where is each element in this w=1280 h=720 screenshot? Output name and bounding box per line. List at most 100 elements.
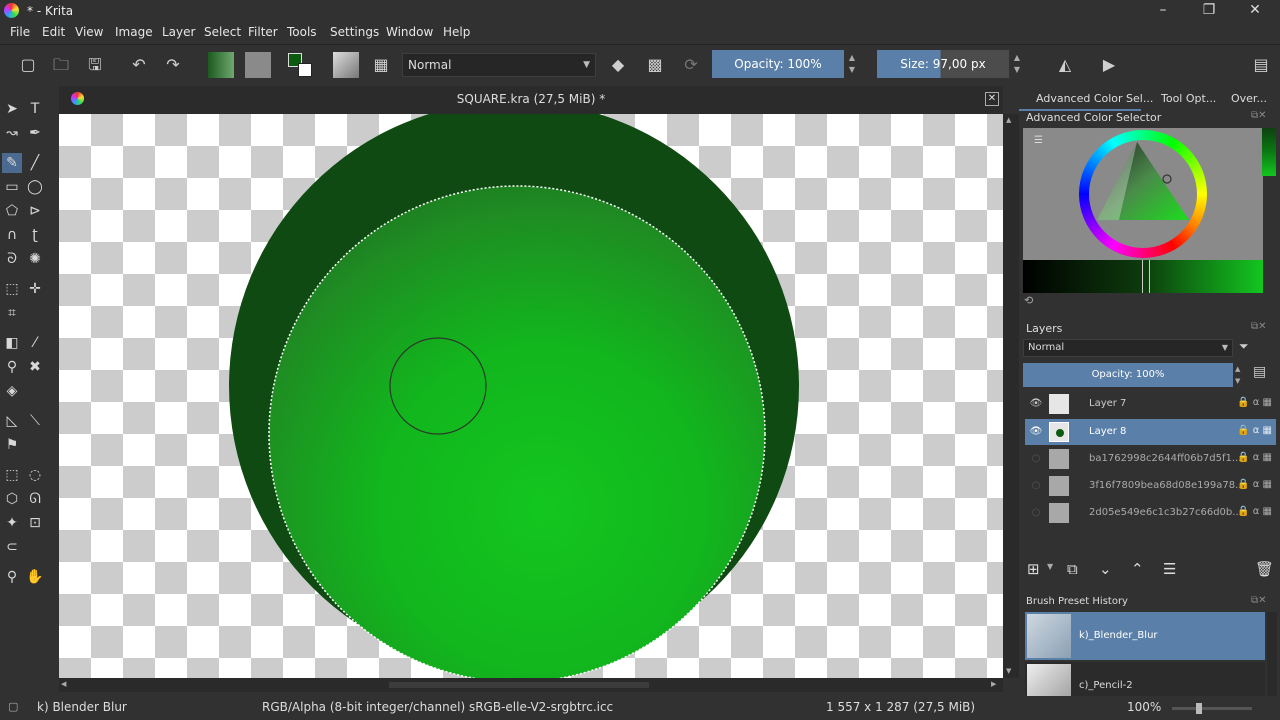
vertical-scrollbar[interactable]: ▲ ▼: [1003, 114, 1019, 678]
menu-edit[interactable]: Edit: [42, 25, 65, 39]
layer-row[interactable]: 👁 Layer 7 🔒 ⍺ ▦: [1025, 391, 1276, 417]
menu-file[interactable]: File: [10, 25, 30, 39]
brush-history-item-selected[interactable]: k)_Blender_Blur: [1025, 612, 1265, 660]
polyline-tool-icon[interactable]: ⊳: [25, 201, 45, 221]
calligraphy-icon[interactable]: ✒: [25, 123, 45, 143]
freehand-select-icon[interactable]: ᘏ: [25, 489, 45, 509]
polygon-select-icon[interactable]: ⬡: [2, 489, 22, 509]
layers-opacity-slider[interactable]: Opacity: 100%: [1023, 363, 1233, 387]
layer-properties-icon[interactable]: ▤: [1253, 364, 1266, 380]
menu-view[interactable]: View: [75, 25, 103, 39]
reference-tool-icon[interactable]: ⚑: [2, 435, 22, 455]
pattern-swatch[interactable]: [245, 52, 271, 78]
opacity-slider[interactable]: Opacity: 100%: [712, 50, 844, 78]
layer-lock-alpha-icons[interactable]: 🔒 ⍺ ▦: [1237, 452, 1272, 463]
alpha-lock-icon[interactable]: ▩: [644, 54, 666, 76]
pan-tool-icon[interactable]: ✋: [25, 567, 45, 587]
visibility-eye-icon[interactable]: 👁: [1029, 397, 1043, 411]
edit-shapes-icon[interactable]: ↝: [2, 123, 22, 143]
ellipse-tool-icon[interactable]: ◯: [25, 177, 45, 197]
canvas[interactable]: [59, 114, 1003, 678]
layer-row[interactable]: ○ 2d05e549e6c1c3b27c66d0b... 🔒 ⍺ ▦: [1025, 500, 1276, 526]
rectangle-tool-icon[interactable]: ▭: [2, 177, 22, 197]
layer-properties-sliders-icon[interactable]: ☰: [1163, 560, 1176, 578]
smart-patch-icon[interactable]: ✖: [25, 357, 45, 377]
bezier-tool-icon[interactable]: ∩: [2, 225, 22, 245]
layer-row-selected[interactable]: 👁 Layer 8 🔒 ⍺ ▦: [1025, 419, 1276, 445]
saturation-triangle[interactable]: [1079, 130, 1207, 258]
horizontal-scroll-thumb[interactable]: [389, 682, 649, 688]
scroll-left-icon[interactable]: ◀: [61, 680, 66, 688]
menu-tools[interactable]: Tools: [287, 25, 317, 39]
multibrush-icon[interactable]: ✺: [25, 249, 45, 269]
move-tool-icon[interactable]: ✛: [25, 279, 45, 299]
measure-tool-icon[interactable]: ⟍: [25, 411, 45, 431]
reload-preset-icon[interactable]: ⟳: [680, 54, 702, 76]
layer-lock-alpha-icons[interactable]: 🔒 ⍺ ▦: [1237, 479, 1272, 490]
brush-history-item[interactable]: c)_Pencil-2: [1025, 662, 1265, 696]
tab-tool-options[interactable]: Tool Opt...: [1161, 88, 1216, 110]
menu-filter[interactable]: Filter: [248, 25, 278, 39]
hidden-eye-icon[interactable]: ○: [1029, 452, 1043, 466]
fill-bucket-icon[interactable]: ◈: [2, 381, 22, 401]
scroll-right-icon[interactable]: ▶: [991, 680, 996, 688]
color-settings-icon[interactable]: ☰: [1034, 135, 1043, 146]
redo-icon[interactable]: ↷: [162, 54, 184, 76]
layers-blend-select[interactable]: Normal ▼: [1023, 339, 1233, 357]
horizontal-scrollbar[interactable]: ◀ ▶: [59, 678, 1003, 692]
menu-layer[interactable]: Layer: [162, 25, 195, 39]
recent-colors-strip[interactable]: [1262, 128, 1276, 176]
layer-lock-alpha-icons[interactable]: 🔒 ⍺ ▦: [1237, 397, 1272, 408]
layer-lock-alpha-icons[interactable]: 🔒 ⍺ ▦: [1237, 506, 1272, 517]
hidden-eye-icon[interactable]: ○: [1029, 479, 1043, 493]
zoom-slider[interactable]: [1172, 703, 1252, 714]
contiguous-select-icon[interactable]: ✦: [2, 513, 22, 533]
undo-icon[interactable]: ↶: [128, 54, 150, 76]
gradient-swatch[interactable]: [208, 52, 234, 78]
similar-select-icon[interactable]: ⊡: [25, 513, 45, 533]
gradient-tool-icon[interactable]: ◧: [2, 333, 22, 353]
close-window-button[interactable]: ✕: [1232, 0, 1278, 22]
freehand-path-icon[interactable]: ʈ: [25, 225, 45, 245]
menu-help[interactable]: Help: [443, 25, 470, 39]
menu-window[interactable]: Window: [386, 25, 433, 39]
workspace-icon[interactable]: ▤: [1250, 54, 1272, 76]
panel-float-close-icon[interactable]: ⧉✕: [1251, 110, 1267, 121]
move-layer-down-icon[interactable]: ⌄: [1099, 560, 1112, 578]
add-layer-dropdown-icon[interactable]: ▼: [1047, 562, 1053, 571]
ellipse-select-icon[interactable]: ◌: [25, 465, 45, 485]
freehand-brush-icon[interactable]: ✎: [2, 153, 22, 173]
polygon-tool-icon[interactable]: ⬠: [2, 201, 22, 221]
menu-image[interactable]: Image: [115, 25, 153, 39]
new-document-icon[interactable]: ▢: [17, 54, 39, 76]
layer-row[interactable]: ○ 3f16f7809bea68d08e199a78... 🔒 ⍺ ▦: [1025, 473, 1276, 499]
brush-preset-icon[interactable]: [333, 52, 359, 78]
refresh-icon[interactable]: ⟲: [1024, 294, 1033, 307]
grid-view-icon[interactable]: ▦: [370, 54, 392, 76]
layers-opacity-spin-icon[interactable]: ▲ ▼: [1235, 363, 1245, 387]
hidden-eye-icon[interactable]: ○: [1029, 506, 1043, 520]
maximize-button[interactable]: ❐: [1186, 0, 1232, 22]
add-layer-icon[interactable]: ⊞: [1027, 560, 1040, 578]
background-color-swatch[interactable]: [298, 63, 312, 77]
save-icon[interactable]: 🖫: [84, 54, 106, 76]
crop-tool-icon[interactable]: ⌗: [2, 303, 22, 323]
scroll-down-icon[interactable]: ▼: [1006, 667, 1011, 675]
layers-float-close-icon[interactable]: ⧉✕: [1251, 321, 1267, 332]
close-icon[interactable]: ✕: [985, 92, 999, 106]
delete-layer-icon[interactable]: 🗑: [1255, 560, 1274, 578]
select-shape-icon[interactable]: ➤: [2, 99, 22, 119]
blend-mode-select[interactable]: Normal ▼: [402, 53, 596, 77]
line-tool-icon[interactable]: ╱: [25, 153, 45, 173]
color-picker-icon[interactable]: ⁄: [25, 333, 45, 353]
text-tool-icon[interactable]: T: [25, 99, 45, 119]
colorize-mask-icon[interactable]: ⚲: [2, 357, 22, 377]
mirror-vertical-icon[interactable]: ▶: [1098, 54, 1120, 76]
filter-layers-icon[interactable]: ⏷: [1239, 339, 1249, 354]
size-spin-icon[interactable]: ▲ ▼: [1011, 52, 1023, 76]
move-layer-up-icon[interactable]: ⌃: [1131, 560, 1144, 578]
zoom-tool-icon[interactable]: ⚲: [2, 567, 22, 587]
brush-history-scrollbar[interactable]: [1267, 612, 1277, 696]
open-folder-icon[interactable]: 🗀: [50, 54, 72, 76]
eraser-icon[interactable]: ◆: [607, 54, 629, 76]
